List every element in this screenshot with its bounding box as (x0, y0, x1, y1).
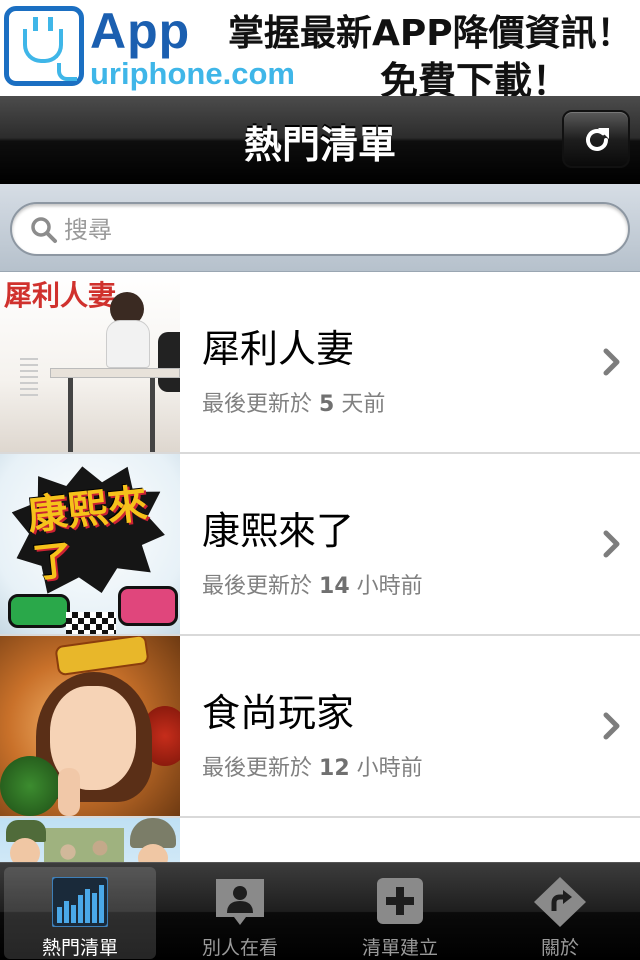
chevron-right-icon (603, 530, 620, 558)
thumbnail-caption: 康熙來了 (25, 480, 150, 588)
item-title: 康熙來了 (202, 509, 355, 553)
search-input[interactable] (64, 212, 604, 248)
thumbnail-image: 犀利人妻。 (0, 272, 180, 452)
list-item[interactable]: 食尚玩家 最後更新於 12 小時前 (0, 636, 640, 818)
item-updated: 最後更新於 14 小時前 (202, 574, 423, 599)
list-item[interactable]: 犀利人妻。 犀利人妻 最後更新於 5 天前 (0, 272, 640, 454)
tab-label: 清單建立 (361, 937, 438, 959)
tab-others-watching[interactable]: 別人在看 (164, 867, 316, 959)
navigation-bar: 熱門清單 (0, 96, 640, 184)
search-field[interactable] (10, 202, 630, 256)
chevron-right-icon (603, 348, 620, 376)
search-bar (0, 184, 640, 272)
tab-label: 關於 (540, 937, 579, 959)
list-item[interactable]: 康熙來了 康熙來了 最後更新於 14 小時前 (0, 454, 640, 636)
bar-chart-icon (52, 877, 108, 927)
item-title: 犀利人妻 (202, 327, 355, 371)
chevron-right-icon (603, 712, 620, 740)
tab-create-list[interactable]: 清單建立 (324, 867, 476, 959)
person-icon (216, 879, 264, 925)
search-icon (31, 217, 57, 243)
ad-brand: App (90, 3, 191, 59)
item-updated: 最後更新於 5 天前 (202, 392, 386, 417)
tab-label: 別人在看 (201, 937, 278, 959)
ad-site: uriphone.com (90, 56, 295, 91)
plug-logo-icon (4, 6, 84, 86)
tab-hot-list[interactable]: 熱門清單 (4, 867, 156, 959)
tab-bar: 熱門清單 別人在看 清單建立 關於 (0, 862, 640, 960)
ad-banner[interactable]: App uriphone.com 掌握最新APP降價資訊！ 免費下載！ (0, 0, 640, 96)
plus-icon (377, 878, 423, 924)
refresh-button[interactable] (562, 110, 630, 168)
item-title: 食尚玩家 (202, 691, 355, 735)
program-list[interactable]: 犀利人妻。 犀利人妻 最後更新於 5 天前 康熙來了 康熙來了 最後更新於 14… (0, 272, 640, 862)
list-item[interactable] (0, 818, 640, 862)
item-updated: 最後更新於 12 小時前 (202, 756, 423, 781)
thumbnail-image: 康熙來了 (0, 454, 180, 634)
ad-subline: 免費下載！ (380, 59, 571, 96)
thumbnail-image (0, 636, 180, 816)
tab-label: 熱門清單 (41, 937, 118, 959)
page-title: 熱門清單 (243, 123, 396, 167)
refresh-icon (586, 128, 609, 151)
tab-about[interactable]: 關於 (484, 867, 636, 959)
turn-sign-icon (534, 877, 586, 927)
thumbnail-image (0, 818, 180, 862)
ad-headline: 掌握最新APP降價資訊！ (228, 13, 633, 54)
